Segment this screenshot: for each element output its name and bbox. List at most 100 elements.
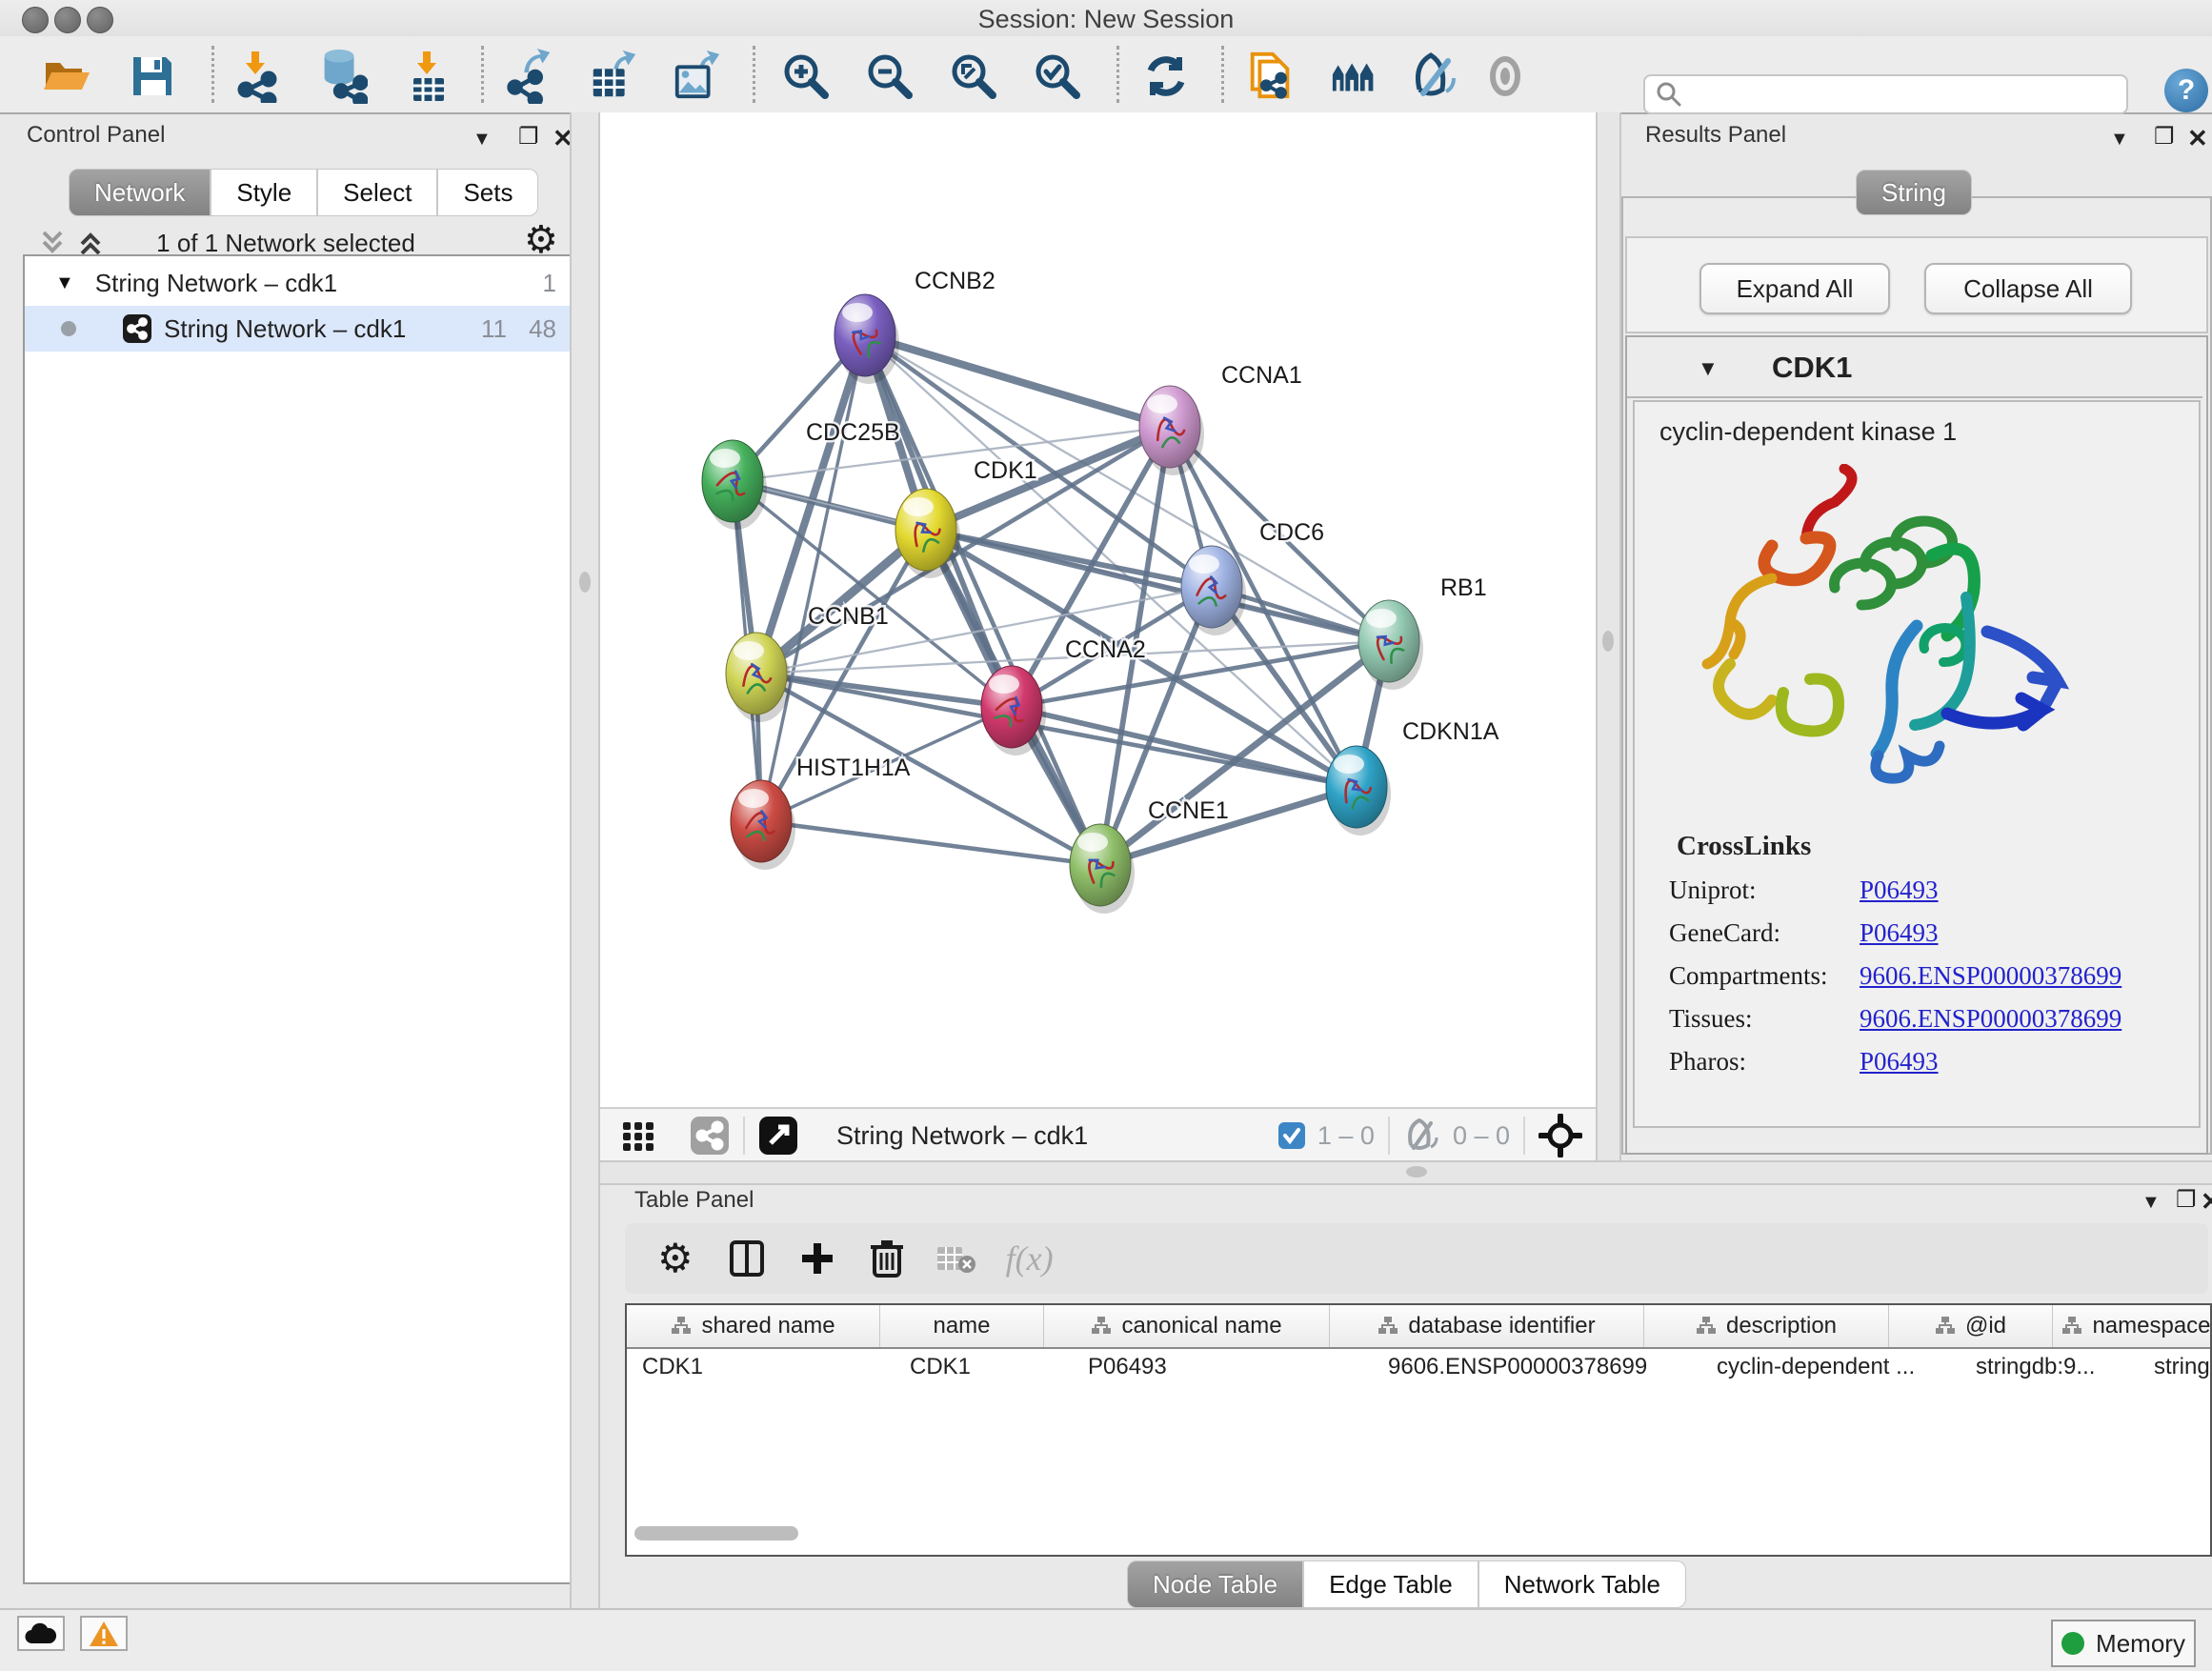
tab-network-table[interactable]: Network Table [1478,1560,1686,1608]
hide-selected-icon[interactable] [1410,50,1463,103]
table-panel-close-icon[interactable]: ✕ [2201,1189,2212,1214]
tab-network[interactable]: Network [69,169,211,216]
network-node-rb1[interactable] [1358,600,1423,690]
column-type-icon [1377,1316,1398,1337]
crosslink-genecard-link[interactable]: P06493 [1860,918,1939,948]
table-options-gear-icon[interactable]: ⚙ [657,1238,694,1278]
zoom-fit-content-icon[interactable] [947,50,1000,103]
column-header-namespace[interactable]: namespace [2053,1305,2212,1347]
column-header--id[interactable]: @id [1889,1305,2053,1347]
crosslink-uniprot-link[interactable]: P06493 [1860,876,1939,905]
search-input[interactable] [1693,80,2126,109]
disclosure-triangle-icon[interactable]: ▼ [55,272,74,294]
zoom-in-icon[interactable] [779,50,833,103]
table-panel-float-icon[interactable]: ❐ [2176,1189,2197,1212]
control-panel-collapse-icon[interactable]: ▼ [473,130,492,149]
warnings-button[interactable] [80,1616,128,1651]
search-field[interactable] [1643,74,2128,114]
gene-disclosure-triangle-icon[interactable]: ▼ [1698,356,1719,381]
cell-shared-name[interactable]: CDK1 [627,1349,895,1385]
control-panel-float-icon[interactable]: ❐ [518,126,539,149]
tab-sets[interactable]: Sets [437,169,538,216]
tab-string[interactable]: String [1856,170,1972,215]
collapse-all-button[interactable]: Collapse All [1924,263,2132,314]
column-header-shared-name[interactable]: shared name [627,1305,880,1347]
column-header-description[interactable]: description [1644,1305,1889,1347]
column-header-canonical-name[interactable]: canonical name [1044,1305,1330,1347]
export-table-icon[interactable] [587,50,640,103]
left-splitter[interactable] [570,112,600,1608]
birdseye-view-icon[interactable] [690,1116,730,1156]
tab-node-table[interactable]: Node Table [1127,1560,1303,1608]
network-node-ccne1[interactable] [1070,824,1135,914]
import-network-from-database-icon[interactable] [314,50,368,103]
grid-view-icon[interactable] [619,1117,657,1155]
gene-details: cyclin-dependent kinase 1 [1633,400,2201,1128]
network-row-selected[interactable]: String Network – cdk1 11 48 [25,306,570,352]
export-network-icon[interactable] [503,50,556,103]
memory-label: Memory [2096,1629,2185,1659]
network-collection-row[interactable]: ▼ String Network – cdk1 1 [25,260,570,306]
selected-checkbox-icon[interactable] [1277,1121,1306,1150]
network-view-title: String Network – cdk1 [836,1121,1088,1151]
right-splitter[interactable] [1596,112,1621,1160]
network-node-cdkn1a[interactable] [1326,746,1391,836]
import-network-from-file-icon[interactable] [232,50,286,103]
network-options-gear-icon[interactable]: ⚙ [524,221,558,259]
table-horizontal-scrollbar[interactable] [634,1526,798,1540]
cell-name[interactable]: CDK1 [895,1349,1073,1385]
import-table-from-file-icon[interactable] [400,50,453,103]
crosslink-compartments-link[interactable]: 9606.ENSP00000378699 [1860,961,2122,991]
node-table[interactable]: shared namenamecanonical namedatabase id… [625,1303,2212,1557]
splitter-handle[interactable] [1406,1166,1427,1178]
crosshair-icon[interactable] [1538,1114,1582,1158]
network-node-ccnb2[interactable] [835,294,899,384]
node-label-ccnb1: CCNB1 [808,603,889,630]
table-panel-collapse-icon[interactable]: ▼ [2142,1193,2161,1212]
save-session-icon[interactable] [126,50,179,103]
expand-all-button[interactable]: Expand All [1699,263,1890,314]
collection-label: String Network – cdk1 [95,269,337,298]
results-panel-float-icon[interactable]: ❐ [2154,126,2175,149]
horizontal-splitter[interactable] [600,1160,2212,1185]
open-in-browser-icon[interactable] [758,1116,798,1156]
open-session-icon[interactable] [40,50,93,103]
show-all-icon[interactable] [1478,50,1532,103]
help-icon[interactable]: ? [2164,69,2208,112]
cell--id[interactable]: stringdb:9... [1961,1349,2139,1385]
table-row[interactable]: CDK1CDK1P064939606.ENSP00000378699cyclin… [627,1349,2210,1385]
network-node-hist1h1a[interactable] [731,780,795,870]
splitter-handle[interactable] [579,572,591,593]
create-column-icon[interactable] [798,1239,836,1278]
export-image-icon[interactable] [671,50,724,103]
splitter-handle[interactable] [1602,631,1614,652]
memory-button[interactable]: Memory [2051,1620,2196,1667]
crosslink-row: Compartments:9606.ENSP00000378699 [1669,961,2199,991]
results-panel-close-icon[interactable]: ✕ [2187,126,2208,151]
cell-canonical-name[interactable]: P06493 [1073,1349,1373,1385]
column-header-database-identifier[interactable]: database identifier [1330,1305,1644,1347]
cell-database-identifier[interactable]: 9606.ENSP00000378699 [1373,1349,1701,1385]
zoom-out-icon[interactable] [863,50,916,103]
cell-description[interactable]: cyclin-dependent ... [1701,1349,1961,1385]
clone-network-icon[interactable] [1244,50,1297,103]
refresh-view-icon[interactable] [1139,50,1193,103]
network-node-ccna2[interactable] [981,666,1046,755]
tab-edge-table[interactable]: Edge Table [1303,1560,1478,1608]
column-header-name[interactable]: name [880,1305,1044,1347]
delete-column-trash-icon[interactable] [867,1238,907,1279]
zoom-selected-icon[interactable] [1031,50,1084,103]
first-neighbors-icon[interactable] [1330,50,1383,103]
crosslink-tissues-link[interactable]: 9606.ENSP00000378699 [1860,1004,2122,1034]
results-panel-collapse-icon[interactable]: ▼ [2110,130,2129,149]
toolbar-separator [211,46,214,103]
network-canvas[interactable]: CCNB2CCNA1CDC25BCDK1CDC6RB1CCNB1CCNA2CDK… [600,112,1596,1107]
show-columns-icon[interactable] [726,1238,768,1279]
tab-style[interactable]: Style [211,169,317,216]
cell-namespace[interactable]: stringdb [2139,1349,2212,1385]
tab-select[interactable]: Select [317,169,437,216]
network-node-ccnb1[interactable] [726,633,791,722]
cloud-button[interactable] [17,1616,65,1651]
crosslink-pharos-link[interactable]: P06493 [1860,1047,1939,1077]
table-panel-title: Table Panel [634,1187,754,1214]
